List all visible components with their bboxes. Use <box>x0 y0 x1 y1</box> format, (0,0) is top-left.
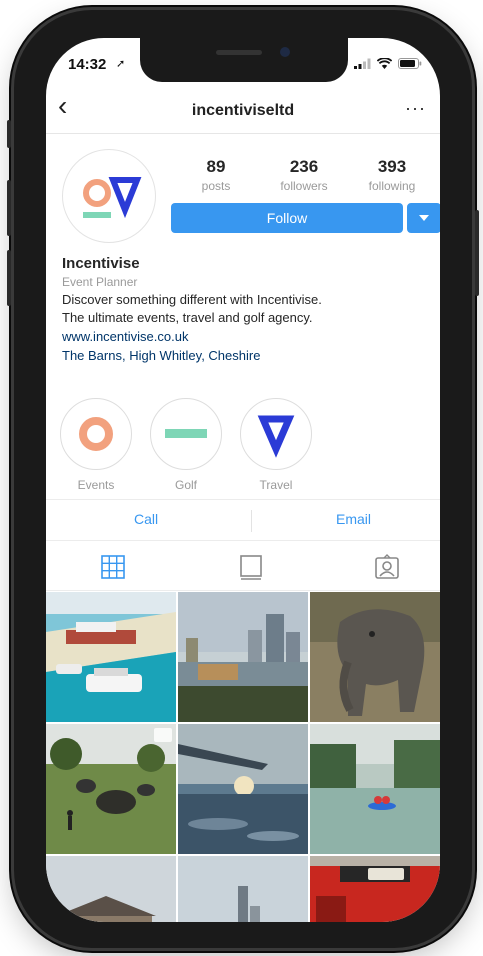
screen: 14:32 ➚ ‹ incentiviseltd ··· 89 posts 23… <box>46 38 440 922</box>
stat-followers-value: 236 <box>289 157 319 176</box>
posts-grid <box>46 592 440 922</box>
elephant-photo <box>310 592 440 722</box>
feed-icon <box>240 555 262 580</box>
city-river-photo <box>178 592 308 722</box>
contact-bar: Call Email <box>46 499 440 541</box>
highlight-golf-cover <box>150 398 222 470</box>
post-thumbnail[interactable] <box>178 724 308 854</box>
highlight-events[interactable]: Events <box>60 398 132 492</box>
avatar[interactable] <box>62 149 156 243</box>
red-vehicle-photo <box>310 856 440 922</box>
post-thumbnail[interactable] <box>310 724 440 854</box>
orange-ring-icon <box>79 417 113 451</box>
profile-name: Incentivise <box>62 255 140 272</box>
tab-feed[interactable] <box>238 554 264 580</box>
volume-up-button <box>7 180 11 236</box>
status-time: 14:32 <box>68 56 107 73</box>
beach-resort-photo <box>46 592 176 722</box>
sky-sunset-photo <box>178 724 308 854</box>
post-thumbnail[interactable] <box>46 856 176 922</box>
chevron-down-icon <box>419 215 429 221</box>
wifi-icon <box>377 58 392 69</box>
website-link[interactable]: www.incentivise.co.uk <box>62 329 440 344</box>
highlight-travel[interactable]: Travel <box>240 398 312 492</box>
tab-tagged[interactable] <box>374 554 400 580</box>
follow-button[interactable]: Follow <box>171 203 403 233</box>
email-button[interactable]: Email <box>336 511 371 527</box>
contact-divider <box>251 510 252 532</box>
stat-followers-label: followers <box>280 179 328 193</box>
highlight-golf[interactable]: Golf <box>150 398 222 492</box>
suggestions-dropdown-button[interactable] <box>407 203 440 233</box>
incentivise-logo-icon <box>83 177 142 219</box>
highlight-events-label: Events <box>77 478 115 492</box>
stat-following[interactable]: 393 following <box>352 157 432 193</box>
profile-bio: Incentivise Event Planner Discover somet… <box>62 255 440 363</box>
elephants-savanna-photo <box>46 724 176 854</box>
notch <box>140 38 348 82</box>
stat-following-label: following <box>368 179 416 193</box>
address-link[interactable]: The Barns, High Whitley, Cheshire <box>62 348 440 363</box>
stat-following-value: 393 <box>377 157 407 176</box>
post-thumbnail[interactable] <box>46 592 176 722</box>
kayak-river-photo <box>310 724 440 854</box>
highlight-golf-label: Golf <box>174 478 197 492</box>
post-thumbnail[interactable] <box>178 856 308 922</box>
top-nav: ‹ incentiviseltd ··· <box>46 90 440 134</box>
mute-switch <box>7 120 11 148</box>
building-photo <box>46 856 176 922</box>
stat-posts-value: 89 <box>206 157 226 176</box>
profile-category: Event Planner <box>62 275 138 289</box>
more-options-button[interactable]: ··· <box>405 98 426 119</box>
stat-followers[interactable]: 236 followers <box>264 157 344 193</box>
call-button[interactable]: Call <box>134 511 158 527</box>
tab-grid[interactable] <box>100 554 126 580</box>
battery-icon <box>398 58 422 69</box>
front-camera <box>280 47 290 57</box>
power-button <box>475 210 479 296</box>
status-icons <box>354 58 422 69</box>
signal-icon <box>354 58 371 69</box>
volume-down-button <box>7 250 11 306</box>
highlight-events-cover <box>60 398 132 470</box>
post-thumbnail[interactable] <box>310 856 440 922</box>
tagged-icon <box>375 554 399 579</box>
stat-posts-label: posts <box>201 179 231 193</box>
highlight-travel-cover <box>240 398 312 470</box>
profile-stats: 89 posts 236 followers 393 following <box>176 157 432 193</box>
profile-username: incentiviseltd <box>191 102 295 119</box>
grid-icon <box>101 555 125 579</box>
location-arrow-icon: ➚ <box>116 58 126 70</box>
post-thumbnail[interactable] <box>46 724 176 854</box>
post-thumbnail[interactable] <box>310 592 440 722</box>
bio-line-1: Discover something different with Incent… <box>62 292 322 307</box>
bio-line-2: The ultimate events, travel and golf age… <box>62 310 313 325</box>
green-bar-icon <box>165 429 207 438</box>
profile-tabs <box>46 541 440 591</box>
speaker <box>216 50 262 55</box>
highlight-travel-label: Travel <box>259 478 293 492</box>
post-thumbnail[interactable] <box>178 592 308 722</box>
stat-posts[interactable]: 89 posts <box>176 157 256 193</box>
skyline-photo <box>178 856 308 922</box>
blue-triangle-icon <box>257 415 295 458</box>
